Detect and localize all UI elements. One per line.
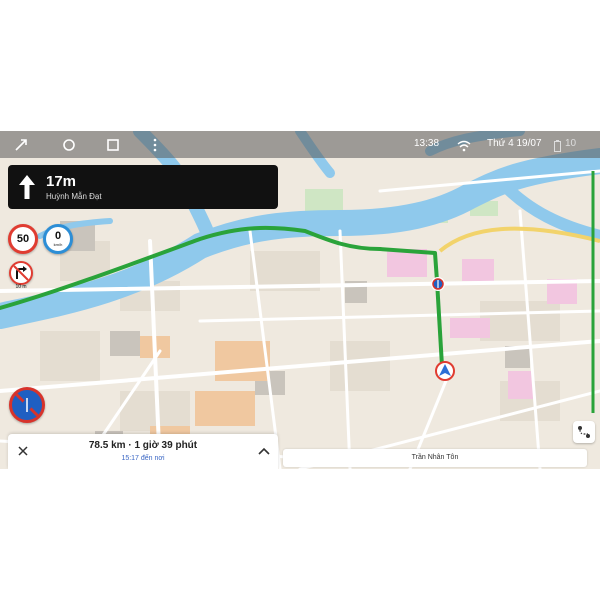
trip-summary-panel[interactable]: 78.5 km · 1 giờ 39 phút 15:17 đến nơi	[8, 434, 278, 469]
speed-limit-value: 50	[16, 233, 30, 245]
expand-trip-button[interactable]	[256, 443, 272, 459]
straight-arrow-icon	[19, 175, 35, 199]
home-icon[interactable]	[60, 136, 78, 154]
speed-limit-sign: 50	[8, 224, 38, 254]
chevron-up-icon	[258, 447, 270, 455]
current-speed-unit: km/h	[53, 242, 63, 247]
status-bar: 13:38 Thứ 4 19/07 10	[0, 131, 600, 158]
navigation-instruction-card[interactable]: 17m Huỳnh Mẫn Đạt	[8, 165, 278, 209]
turn-restriction-distance: 10 m	[15, 284, 27, 290]
back-icon[interactable]	[12, 136, 30, 154]
battery-level: 10	[565, 138, 577, 149]
route-options-icon	[578, 426, 590, 438]
maneuver-distance: 17m	[46, 173, 77, 190]
maneuver-street: Huỳnh Mẫn Đạt	[46, 192, 102, 201]
trip-eta: 15:17 đến nơi	[121, 455, 165, 462]
wifi-icon	[455, 137, 473, 155]
recents-icon[interactable]	[104, 136, 122, 154]
close-navigation-button[interactable]	[15, 443, 31, 459]
current-speed-value: 0	[54, 230, 62, 242]
current-location-icon	[435, 361, 455, 381]
close-icon	[18, 446, 28, 456]
current-road-label: Trần Nhân Tôn	[283, 449, 587, 467]
date: Thứ 4 19/07	[487, 138, 542, 149]
route-options-button[interactable]	[573, 421, 595, 443]
clock: 13:38	[414, 138, 440, 149]
navigation-screen: 13:38 Thứ 4 19/07 10 17m Huỳnh Mẫn Đạt 5…	[0, 131, 600, 469]
traffic-signal-icon	[431, 277, 445, 291]
more-icon[interactable]	[146, 136, 164, 154]
no-right-turn-icon	[9, 261, 33, 285]
no-parking-icon	[9, 387, 45, 423]
battery-icon	[552, 137, 562, 155]
trip-distance-duration: 78.5 km · 1 giờ 39 phút	[88, 440, 198, 451]
current-speed-indicator: 0 km/h	[43, 224, 73, 254]
